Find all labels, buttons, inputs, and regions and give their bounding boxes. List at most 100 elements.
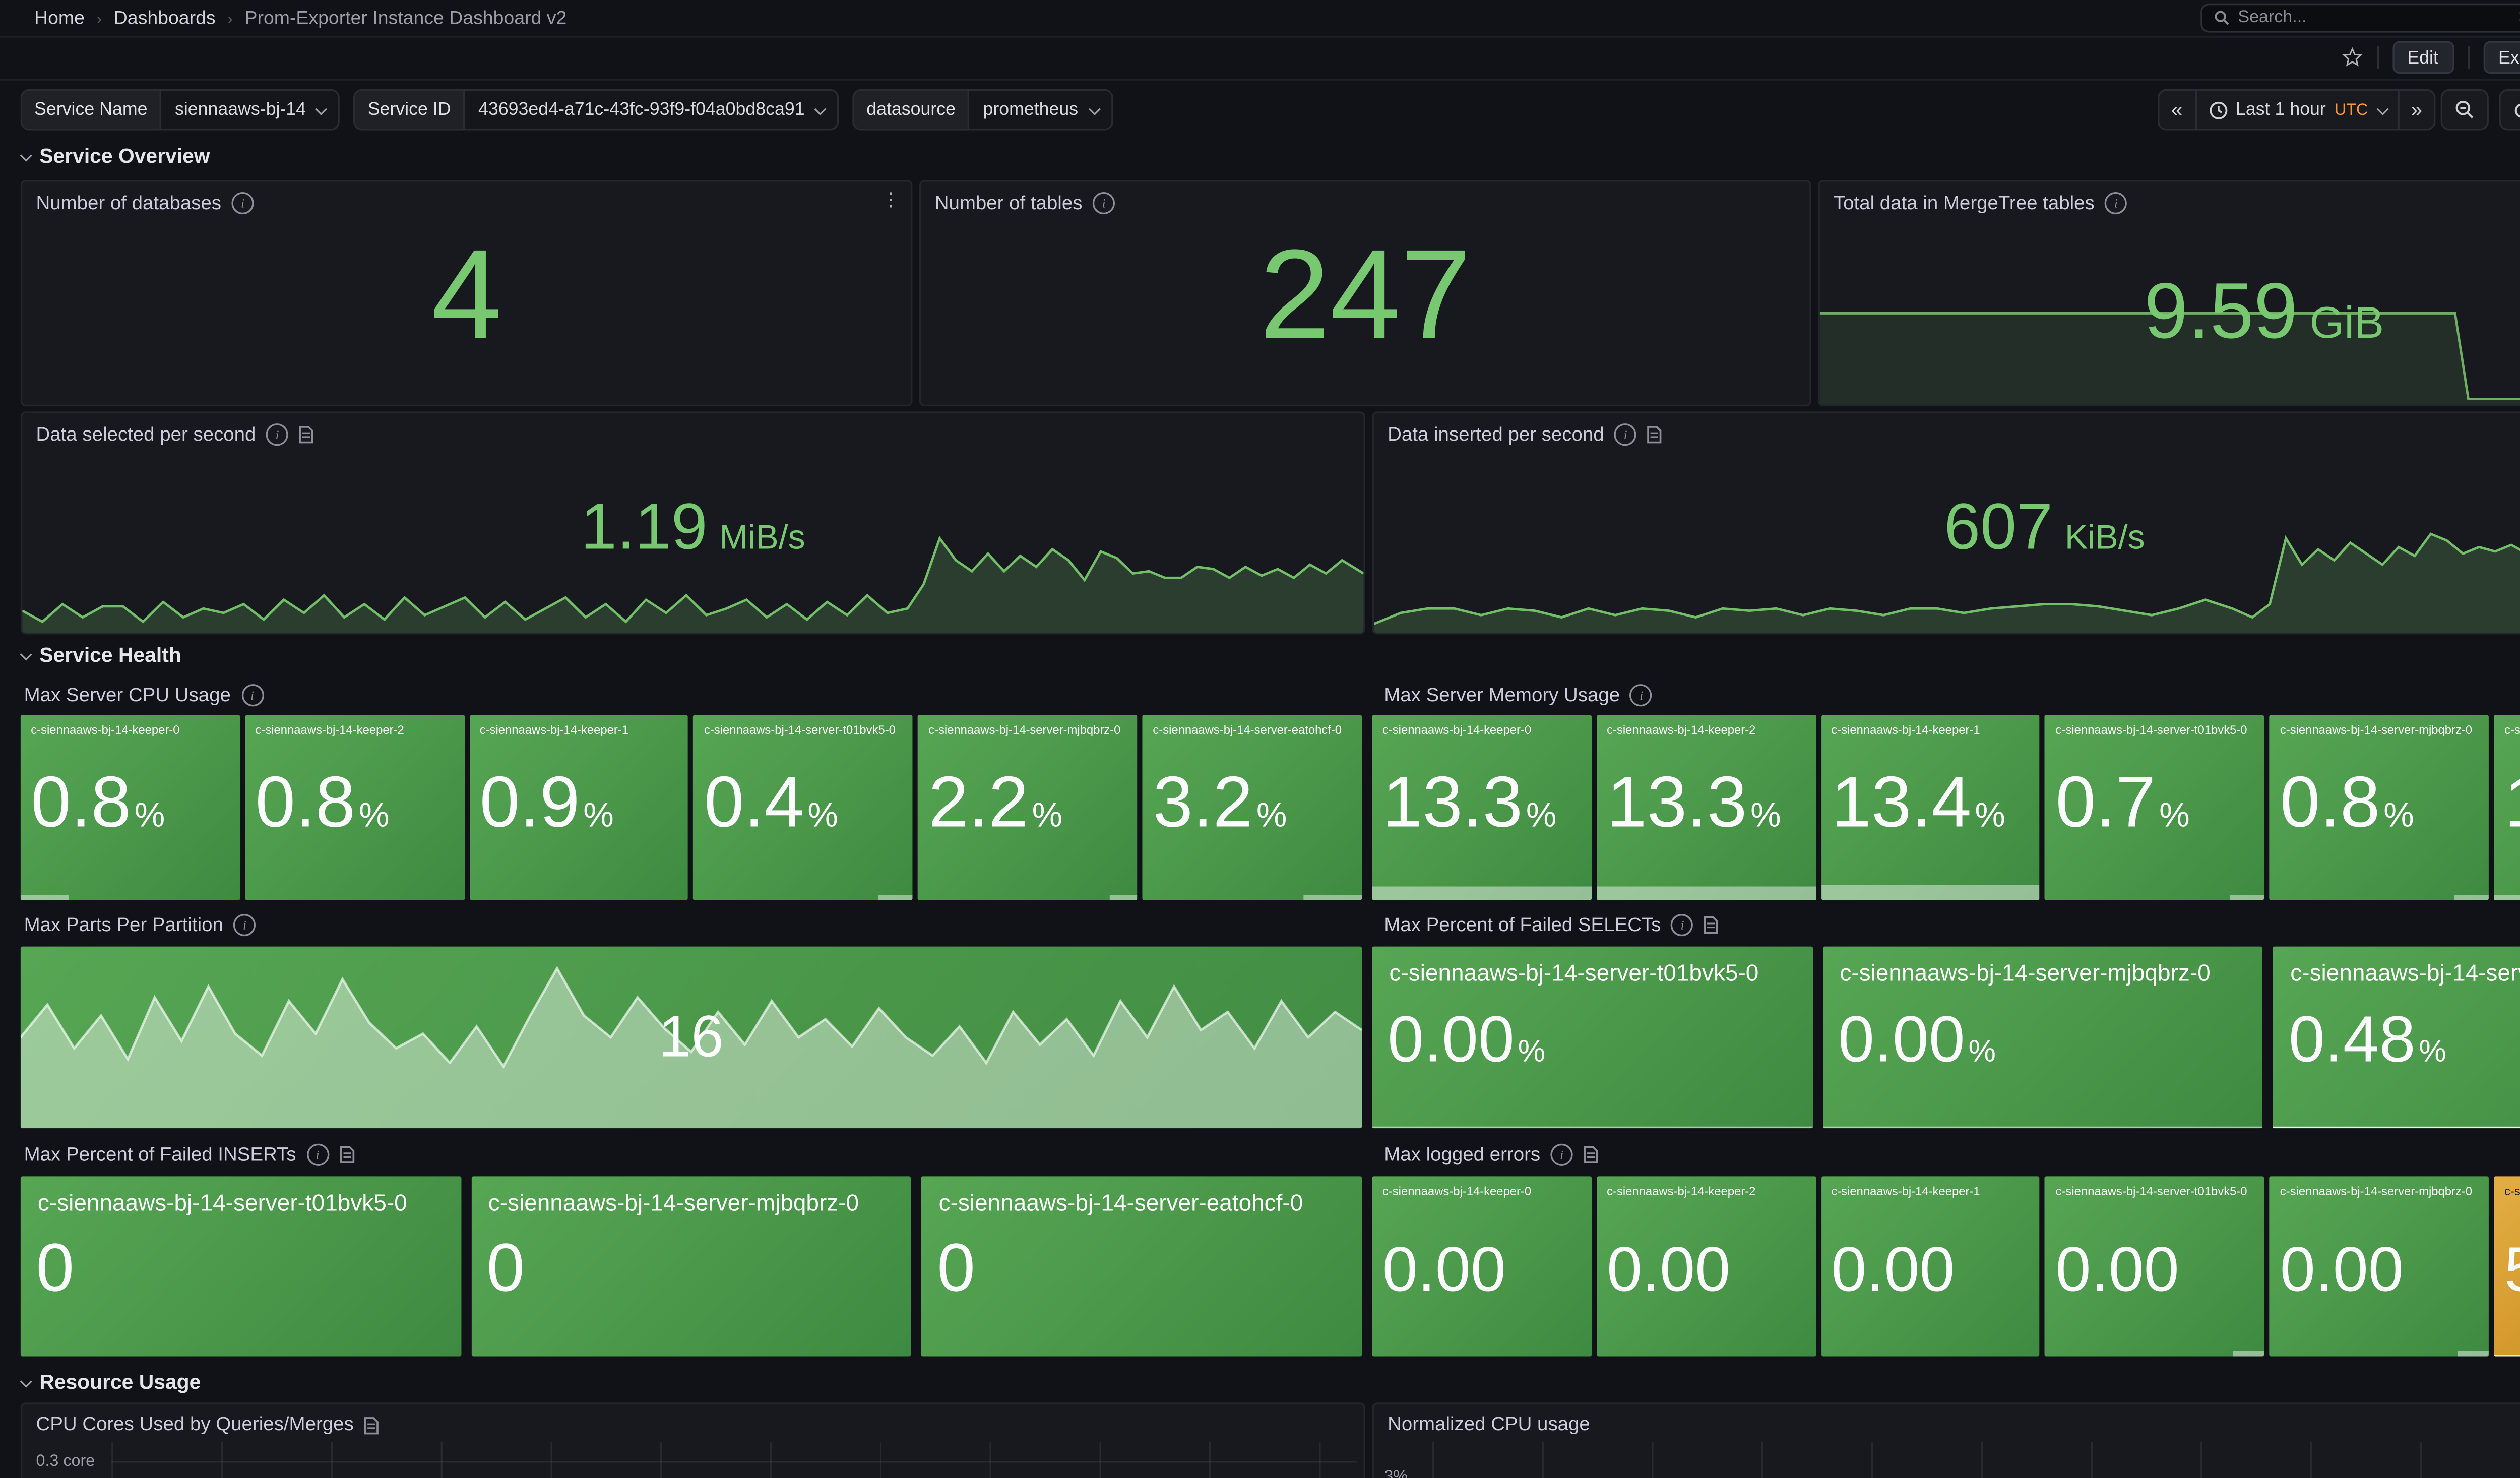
panel-data-selected: Data selected per second i 1.19 MiB/s (21, 411, 1365, 634)
section-service-health[interactable]: Service Health (21, 643, 181, 667)
time-zoom-out-button[interactable] (2443, 91, 2487, 129)
panel-title-max-memory[interactable]: Max Server Memory Usagei (1384, 684, 1653, 706)
stat-tile[interactable]: c-siennaaws-bj-14-server-mjbqbrz-0 2.2% (918, 715, 1138, 900)
variable-datasource[interactable]: datasource prometheus (853, 89, 1112, 131)
info-icon: i (233, 914, 256, 936)
info-icon: i (241, 684, 263, 706)
stat-tile[interactable]: c-siennaaws-bj-14-server-t01bvk5-0 0.4% (694, 715, 913, 900)
search-icon (2214, 10, 2230, 26)
variable-label: datasource (854, 91, 967, 129)
stat-tile[interactable]: c-siennaaws-bj-14-server-t01bvk5-0 0 (21, 1176, 461, 1356)
stat-value: 607 KiB/s (1374, 496, 2520, 561)
timezone-label: UTC (2335, 100, 2368, 119)
stat-tile[interactable]: c-siennaaws-bj-14-server-eatohcf-0 1.4% (2494, 715, 2520, 900)
info-icon: i (1551, 1144, 1573, 1166)
info-icon: i (231, 192, 254, 214)
tile-label: c-siennaaws-bj-14-keeper-1 (469, 715, 688, 739)
refresh-button[interactable]: Refresh (2501, 91, 2520, 129)
stat-tile[interactable]: c-siennaaws-bj-14-keeper-1 13.4% (1821, 715, 2040, 900)
info-icon: i (2105, 192, 2127, 214)
tile-label: c-siennaaws-bj-14-keeper-2 (1597, 1176, 1816, 1200)
clock-icon (2209, 100, 2227, 119)
tile-label: c-siennaaws-bj-14-server-mjbqbrz-0 (2270, 1176, 2489, 1200)
panel-number-of-tables: Number of tablesi 247 (919, 180, 1811, 406)
dashboard-controls-row: Service Name siennaaws-bj-14 Service ID … (0, 79, 2520, 137)
stat-tile[interactable]: c-siennaaws-bj-14-server-eatohcf-0 0 (922, 1176, 1362, 1356)
stat-tile[interactable]: c-siennaaws-bj-14-keeper-0 0.8% (21, 715, 240, 900)
stat-tile-alert[interactable]: c-siennaaws-bj-14-server-eatohcf-0 5.00 (2494, 1176, 2520, 1356)
favorite-star-icon[interactable] (2341, 46, 2363, 69)
panel-links-icon[interactable] (364, 1415, 380, 1434)
chevron-down-icon (2376, 102, 2388, 114)
panel-links-icon[interactable] (1583, 1145, 1599, 1164)
info-icon: i (306, 1144, 329, 1166)
dashboard-toolbar: Edit Export Share (0, 36, 2520, 80)
stat-tile[interactable]: c-siennaaws-bj-14-keeper-2 0.00 (1597, 1176, 1816, 1356)
parts-per-partition-tile[interactable]: 16 (21, 947, 1362, 1129)
stat-tile[interactable]: c-siennaaws-bj-14-keeper-2 13.3% (1597, 715, 1816, 900)
chart-gridlines (111, 1442, 1360, 1478)
panel-links-icon[interactable] (1704, 915, 1720, 934)
panel-title-max-cpu[interactable]: Max Server CPU Usagei (24, 684, 264, 706)
stat-tile[interactable]: c-siennaaws-bj-14-keeper-0 13.3% (1372, 715, 1591, 900)
panel-title[interactable]: Number of tables (935, 193, 1083, 214)
panel-links-icon[interactable] (1647, 425, 1663, 444)
edit-button[interactable]: Edit (2392, 41, 2454, 74)
chart-gridlines (1432, 1442, 2520, 1478)
tile-label: c-siennaaws-bj-14-keeper-0 (1372, 1176, 1591, 1200)
time-shift-back-button[interactable]: « (2159, 91, 2194, 129)
stat-tile[interactable]: c-siennaaws-bj-14-server-t01bvk5-0 0.7% (2045, 715, 2264, 900)
variable-service-id[interactable]: Service ID 43693ed4-a71c-43fc-93f9-f04a0… (354, 89, 839, 131)
y-axis-label: 3% (1384, 1468, 1408, 1478)
divider (2376, 46, 2378, 69)
time-range-picker[interactable]: Last 1 hour UTC (2194, 91, 2397, 129)
stat-tile[interactable]: c-siennaaws-bj-14-server-mjbqbrz-0 0 (471, 1176, 911, 1356)
search-input[interactable]: Search... ⌘+k (2200, 4, 2520, 33)
panel-title[interactable]: Total data in MergeTree tables (1834, 193, 2095, 214)
stat-tile[interactable]: c-siennaaws-bj-14-server-t01bvk5-0 0.00 (2045, 1176, 2264, 1356)
tile-sparkline (1303, 895, 1362, 900)
panel-title[interactable]: Normalized CPU usage (1388, 1414, 1590, 1435)
export-button[interactable]: Export (2483, 41, 2520, 74)
stat-value: 1.19 MiB/s (22, 496, 1363, 561)
panel-title[interactable]: Number of databases (36, 193, 221, 214)
stat-tile[interactable]: c-siennaaws-bj-14-keeper-0 0.00 (1372, 1176, 1591, 1356)
refresh-icon (2513, 100, 2520, 119)
tile-sparkline (878, 895, 913, 900)
stat-tile[interactable]: c-siennaaws-bj-14-server-eatohcf-0 3.2% (1143, 715, 1362, 900)
panel-title-max-parts[interactable]: Max Parts Per Partitioni (24, 914, 256, 936)
stat-tile[interactable]: c-siennaaws-bj-14-server-mjbqbrz-0 0.00 (2270, 1176, 2489, 1356)
breadcrumb: Home › Dashboards › Prom-Exporter Instan… (0, 8, 566, 28)
chevron-down-icon (316, 102, 328, 114)
stat-tile[interactable]: c-siennaaws-bj-14-server-t01bvk5-0 0.00% (1372, 947, 1812, 1129)
tile-sparkline (1821, 885, 2040, 900)
variable-service-name[interactable]: Service Name siennaaws-bj-14 (21, 89, 340, 131)
panel-links-icon[interactable] (299, 425, 314, 444)
section-service-overview[interactable]: Service Overview (21, 144, 210, 168)
panel-title[interactable]: Data inserted per second (1388, 424, 1604, 445)
panel-data-inserted: Data inserted per second i 607 KiB/s (1372, 411, 2520, 634)
breadcrumb-dashboards[interactable]: Dashboards (114, 8, 216, 28)
panel-title-failed-selects[interactable]: Max Percent of Failed SELECTsi (1384, 914, 1719, 936)
chevron-down-icon (20, 1375, 32, 1387)
zoom-out-icon (2455, 99, 2476, 120)
tile-label: c-siennaaws-bj-14-server-t01bvk5-0 (2045, 1176, 2264, 1200)
stat-tile[interactable]: c-siennaaws-bj-14-server-mjbqbrz-0 0.00% (1822, 947, 2262, 1129)
failed-selects-tiles: c-siennaaws-bj-14-server-t01bvk5-0 0.00%… (1372, 947, 2520, 1129)
panel-total-data-mergetree: Total data in MergeTree tablesi 9.59 GiB (1818, 180, 2520, 406)
panel-title[interactable]: CPU Cores Used by Queries/Merges (36, 1414, 353, 1435)
stat-tile[interactable]: c-siennaaws-bj-14-keeper-1 0.00 (1821, 1176, 2040, 1356)
panel-title-failed-inserts[interactable]: Max Percent of Failed INSERTsi (24, 1144, 355, 1166)
breadcrumb-home[interactable]: Home (34, 8, 85, 28)
time-shift-forward-button[interactable]: » (2397, 91, 2434, 129)
tile-label: c-siennaaws-bj-14-keeper-0 (21, 715, 240, 739)
stat-tile[interactable]: c-siennaaws-bj-14-keeper-2 0.8% (245, 715, 464, 900)
panel-title-logged-errors[interactable]: Max logged errorsi (1384, 1144, 1599, 1166)
panel-title[interactable]: Data selected per second (36, 424, 256, 445)
stat-tile[interactable]: c-siennaaws-bj-14-server-mjbqbrz-0 0.8% (2270, 715, 2489, 900)
stat-tile[interactable]: c-siennaaws-bj-14-keeper-1 0.9% (469, 715, 688, 900)
panel-links-icon[interactable] (339, 1145, 355, 1164)
section-resource-usage[interactable]: Resource Usage (21, 1370, 201, 1394)
stat-tile[interactable]: c-siennaaws-bj-14-server-eatohcf-0 0.48% (2273, 947, 2520, 1129)
variable-label: Service Name (22, 91, 159, 129)
